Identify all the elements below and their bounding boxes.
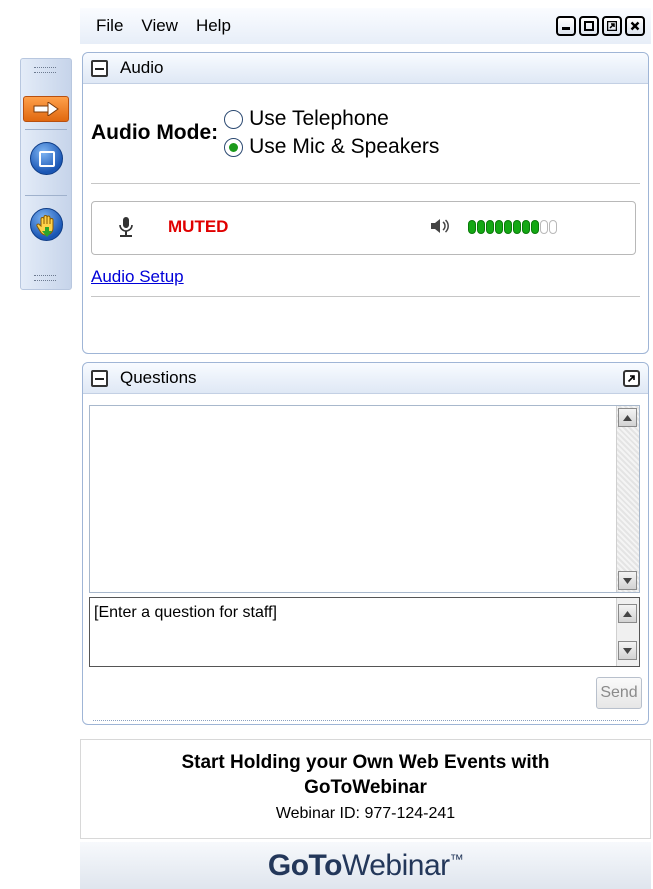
promo-headline: Start Holding your Own Web Events with G…: [81, 750, 650, 800]
minimize-button[interactable]: [556, 16, 576, 36]
use-mic-speakers-label: Use Mic & Speakers: [249, 135, 440, 158]
gotowebinar-logo: GoToWebinar™: [267, 848, 464, 883]
level-segment: [540, 220, 548, 234]
brand-bar: GoToWebinar™: [80, 842, 651, 889]
promo-headline-line1: Start Holding your Own Web Events with: [181, 752, 550, 773]
question-input-placeholder: [Enter a question for staff]: [94, 604, 277, 621]
restore-button[interactable]: [602, 16, 622, 36]
level-segment: [504, 220, 512, 234]
input-scroll-down-button[interactable]: [618, 641, 637, 660]
audio-divider: [91, 296, 640, 297]
scroll-up-button[interactable]: [618, 408, 637, 427]
logo-part1: GoTo: [267, 848, 343, 882]
level-segment: [477, 220, 485, 234]
audio-mode-label: Audio Mode:: [91, 121, 219, 144]
use-mic-speakers-radio[interactable]: [224, 137, 244, 157]
screen-square-icon: [38, 150, 55, 167]
toolbar-separator: [25, 129, 67, 130]
close-icon: [630, 21, 640, 31]
send-button[interactable]: Send: [596, 677, 642, 709]
panel-resize-grip[interactable]: [93, 720, 638, 721]
window-controls: [556, 16, 651, 36]
level-segment: [486, 220, 494, 234]
maximize-icon: [584, 21, 594, 31]
collapse-audio-button[interactable]: [91, 59, 108, 77]
toolbar-grip-top[interactable]: [34, 67, 56, 73]
popout-icon: [627, 374, 635, 382]
use-mic-speakers-option[interactable]: Use Mic & Speakers: [224, 135, 439, 159]
questions-panel-header: Questions: [83, 363, 648, 394]
level-segment: [513, 220, 521, 234]
menu-help[interactable]: Help: [187, 16, 240, 36]
level-segment: [549, 220, 557, 234]
audio-setup-link[interactable]: Audio Setup: [91, 267, 184, 287]
logo-part2: Webinar: [341, 848, 450, 882]
show-hide-panel-button[interactable]: [23, 96, 69, 122]
down-arrow-icon: [623, 647, 632, 654]
audio-panel-title: Audio: [120, 58, 164, 77]
level-segment: [495, 220, 503, 234]
collapse-questions-button[interactable]: [91, 369, 108, 387]
logo-trademark: ™: [449, 850, 464, 867]
audio-mode-row: Audio Mode: Use Telephone Use Mic & Spea…: [91, 107, 439, 159]
screen-view-button[interactable]: [30, 142, 63, 175]
use-telephone-label: Use Telephone: [249, 107, 389, 130]
questions-panel: Questions [Enter a question for staff] S…: [82, 362, 649, 725]
grab-toolbar: [20, 58, 72, 290]
level-segment: [531, 220, 539, 234]
question-input[interactable]: [Enter a question for staff]: [89, 597, 640, 667]
mic-status: MUTED: [168, 217, 229, 236]
level-segment: [468, 220, 476, 234]
question-input-scrollbar[interactable]: [616, 598, 639, 666]
input-scroll-up-button[interactable]: [618, 604, 637, 623]
audio-panel: Audio Audio Mode: Use Telephone Use Mic …: [82, 52, 649, 354]
toolbar-separator: [25, 195, 67, 196]
maximize-button[interactable]: [579, 16, 599, 36]
close-button[interactable]: [625, 16, 645, 36]
use-telephone-radio[interactable]: [224, 109, 244, 129]
questions-log-scrollbar[interactable]: [616, 406, 639, 592]
down-arrow-icon: [623, 577, 632, 584]
audio-divider: [91, 183, 640, 184]
microphone-icon[interactable]: [118, 216, 134, 238]
audio-mode-options: Use Telephone Use Mic & Speakers: [224, 107, 439, 159]
toolbar-grip-bottom[interactable]: [34, 275, 56, 281]
menu-view[interactable]: View: [132, 16, 187, 36]
promo-box: Start Holding your Own Web Events with G…: [80, 739, 651, 839]
raise-hand-icon: [35, 214, 53, 237]
raise-hand-button[interactable]: [30, 208, 63, 241]
arrow-right-icon: [33, 102, 59, 116]
popout-questions-button[interactable]: [623, 369, 640, 387]
use-telephone-option[interactable]: Use Telephone: [224, 107, 439, 131]
webinar-id: Webinar ID: 977-124-241: [275, 805, 456, 822]
questions-log[interactable]: [89, 405, 640, 593]
restore-icon: [607, 21, 617, 31]
speaker-icon[interactable]: [430, 217, 450, 235]
up-arrow-icon: [623, 414, 632, 421]
menu-file[interactable]: File: [80, 16, 132, 36]
minimize-icon: [562, 27, 570, 30]
scroll-down-button[interactable]: [618, 571, 637, 590]
speaker-level-meter: [468, 220, 557, 234]
promo-headline-line2: GoToWebinar: [304, 777, 427, 798]
audio-level-box: MUTED: [91, 201, 636, 255]
menu-bar: File View Help: [80, 8, 651, 44]
questions-panel-title: Questions: [120, 368, 197, 387]
up-arrow-icon: [623, 610, 632, 617]
level-segment: [522, 220, 530, 234]
audio-panel-header: Audio: [83, 53, 648, 84]
